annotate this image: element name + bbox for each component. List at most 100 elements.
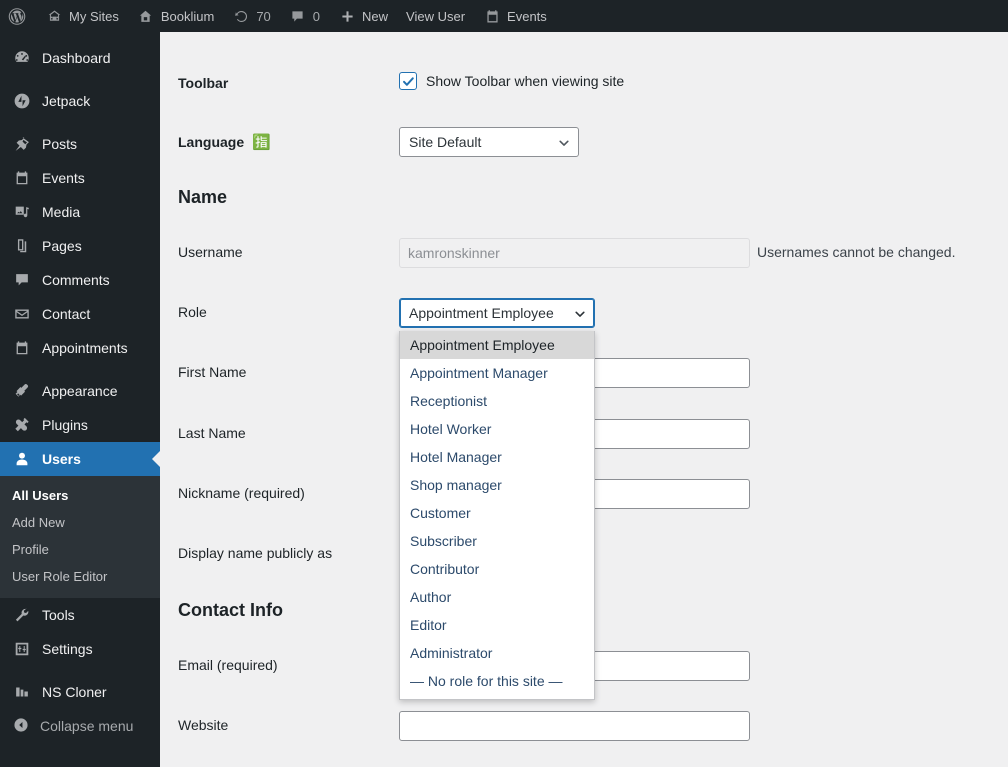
sidebar-item-label: Tools: [42, 607, 75, 623]
comments-count: 0: [312, 8, 321, 24]
menu-separator: [0, 32, 160, 41]
role-option[interactable]: Hotel Worker: [400, 415, 594, 443]
language-select-value: Site Default: [409, 134, 482, 150]
sidebar-item-ns-cloner[interactable]: NS Cloner: [0, 675, 160, 709]
sidebar-item-comments[interactable]: Comments: [0, 263, 160, 297]
home-icon: [137, 7, 155, 25]
sidebar-item-media[interactable]: Media: [0, 195, 160, 229]
site-name-label: Booklium: [160, 8, 215, 24]
my-sites-button[interactable]: My Sites: [36, 0, 128, 32]
sidebar-item-settings[interactable]: Settings: [0, 632, 160, 666]
show-toolbar-checkbox[interactable]: [399, 72, 417, 90]
role-select[interactable]: Appointment Employee: [399, 298, 595, 328]
menu-separator: [0, 666, 160, 675]
sidebar-item-jetpack[interactable]: Jetpack: [0, 84, 160, 118]
username-helper-text: Usernames cannot be changed.: [757, 244, 956, 260]
site-name-button[interactable]: Booklium: [128, 0, 223, 32]
plugins-icon: [12, 415, 32, 435]
role-option[interactable]: Shop manager: [400, 471, 594, 499]
role-dropdown-list[interactable]: Appointment Employee Appointment Manager R…: [399, 331, 595, 700]
submenu-item-all-users[interactable]: All Users: [0, 482, 160, 509]
sites-icon: [45, 7, 63, 25]
sidebar-item-pages[interactable]: Pages: [0, 229, 160, 263]
role-option[interactable]: Administrator: [400, 639, 594, 667]
collapse-icon: [12, 716, 30, 737]
wp-logo-button[interactable]: [0, 0, 36, 32]
role-option[interactable]: Editor: [400, 611, 594, 639]
website-label: Website: [178, 717, 229, 733]
role-option[interactable]: Customer: [400, 499, 594, 527]
sidebar-item-appointments[interactable]: Appointments: [0, 331, 160, 365]
role-option[interactable]: Subscriber: [400, 527, 594, 555]
show-toolbar-checkbox-wrap[interactable]: Show Toolbar when viewing site: [399, 72, 624, 90]
new-content-label: New: [362, 8, 389, 24]
updates-icon: [232, 7, 250, 25]
role-option[interactable]: Receptionist: [400, 387, 594, 415]
sidebar-item-label: Posts: [42, 136, 78, 152]
sidebar-item-label: Plugins: [42, 417, 88, 433]
chevron-down-icon: [574, 307, 586, 319]
sidebar-item-users[interactable]: Users: [0, 442, 160, 476]
role-option[interactable]: Hotel Manager: [400, 443, 594, 471]
sidebar-item-label: NS Cloner: [42, 684, 107, 700]
first-name-label: First Name: [178, 364, 247, 380]
display-name-label: Display name publicly as: [178, 545, 333, 561]
sidebar-item-dashboard[interactable]: Dashboard: [0, 41, 160, 75]
menu-separator: [0, 365, 160, 374]
role-option[interactable]: Author: [400, 583, 594, 611]
view-user-label: View User: [406, 8, 466, 24]
sidebar-item-plugins[interactable]: Plugins: [0, 408, 160, 442]
media-icon: [12, 202, 32, 222]
comment-icon: [12, 270, 32, 290]
sidebar-item-label: Comments: [42, 272, 110, 288]
sidebar-item-label: Dashboard: [42, 50, 111, 66]
submenu-item-user-role-editor[interactable]: User Role Editor: [0, 563, 160, 590]
language-label-text: Language: [178, 134, 245, 150]
calendar-icon: [12, 168, 32, 188]
website-input[interactable]: [399, 711, 750, 741]
sidebar-item-posts[interactable]: Posts: [0, 127, 160, 161]
sidebar-item-appearance[interactable]: Appearance: [0, 374, 160, 408]
show-toolbar-label[interactable]: Show Toolbar when viewing site: [426, 73, 624, 89]
role-label: Role: [178, 304, 207, 320]
updates-count: 70: [256, 8, 271, 24]
events-label: Events: [507, 8, 547, 24]
collapse-menu-button[interactable]: Collapse menu: [0, 709, 160, 743]
sidebar-item-events[interactable]: Events: [0, 161, 160, 195]
pin-icon: [12, 134, 32, 154]
contact-info-heading: Contact Info: [178, 600, 283, 620]
sidebar-item-label: Users: [42, 451, 81, 467]
role-option[interactable]: Appointment Employee: [400, 331, 594, 359]
events-button[interactable]: Events: [474, 0, 556, 32]
sidebar-item-tools[interactable]: Tools: [0, 598, 160, 632]
username-label: Username: [178, 244, 243, 260]
users-icon: [12, 449, 32, 469]
calendar-icon: [12, 338, 32, 358]
role-option[interactable]: Contributor: [400, 555, 594, 583]
settings-icon: [12, 639, 32, 659]
submenu-item-profile[interactable]: Profile: [0, 536, 160, 563]
email-label: Email (required): [178, 657, 278, 673]
role-option[interactable]: Appointment Manager: [400, 359, 594, 387]
updates-button[interactable]: 70: [223, 0, 279, 32]
sidebar-item-label: Events: [42, 170, 85, 186]
sidebar-item-label: Settings: [42, 641, 93, 657]
sidebar-item-contact[interactable]: Contact: [0, 297, 160, 331]
view-user-button[interactable]: View User: [397, 0, 474, 32]
role-select-value: Appointment Employee: [409, 305, 554, 321]
toolbar-label: Toolbar: [178, 75, 229, 91]
pages-icon: [12, 236, 32, 256]
role-option[interactable]: — No role for this site —: [400, 667, 594, 695]
username-input[interactable]: [399, 238, 750, 268]
menu-separator: [0, 118, 160, 127]
sidebar-item-label: Appointments: [42, 340, 128, 356]
submenu-item-add-new[interactable]: Add New: [0, 509, 160, 536]
menu-separator: [0, 75, 160, 84]
sidebar-item-label: Pages: [42, 238, 82, 254]
new-content-button[interactable]: New: [329, 0, 397, 32]
nickname-label: Nickname (required): [178, 485, 305, 501]
comments-button[interactable]: 0: [280, 0, 329, 32]
translate-icon: 🈯: [252, 134, 271, 151]
language-select[interactable]: Site Default: [399, 127, 579, 157]
sidebar-item-label: Jetpack: [42, 93, 91, 109]
